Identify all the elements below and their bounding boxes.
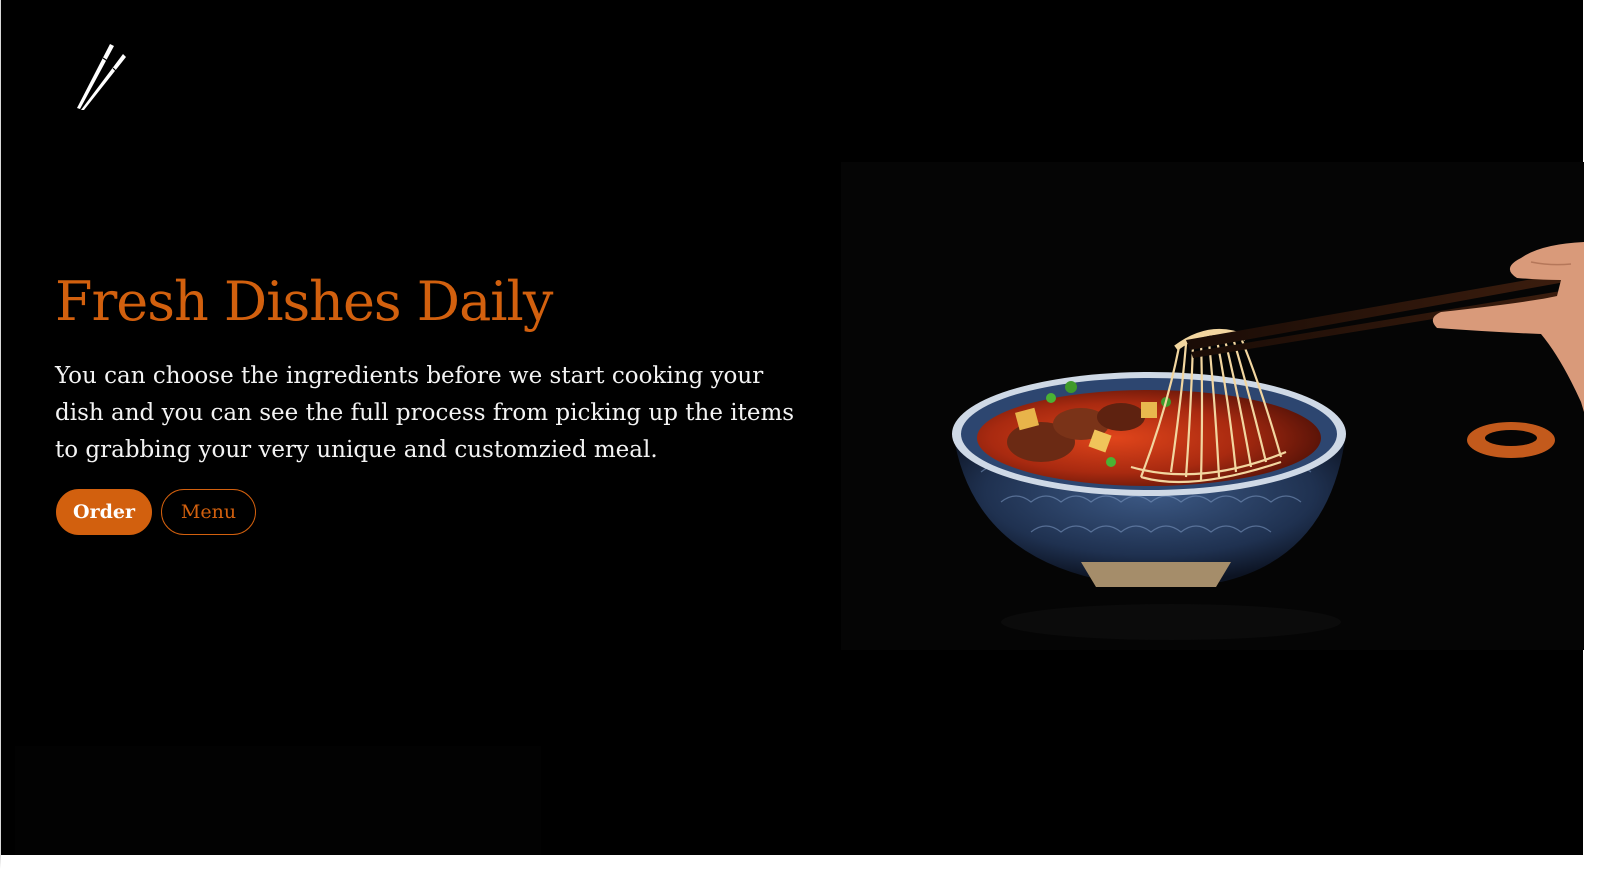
logo[interactable] [73, 42, 133, 110]
order-button[interactable]: Order [56, 489, 152, 535]
chopsticks-icon [77, 44, 126, 110]
noodle-bowl-image [841, 162, 1584, 650]
hero-description: You can choose the ingredients before we… [55, 363, 795, 463]
bottom-panel [15, 746, 541, 855]
page-frame: Fresh Dishes Daily You can choose the in… [0, 0, 1597, 869]
menu-button[interactable]: Menu [161, 489, 256, 535]
hero-title: Fresh Dishes Daily [55, 270, 553, 333]
